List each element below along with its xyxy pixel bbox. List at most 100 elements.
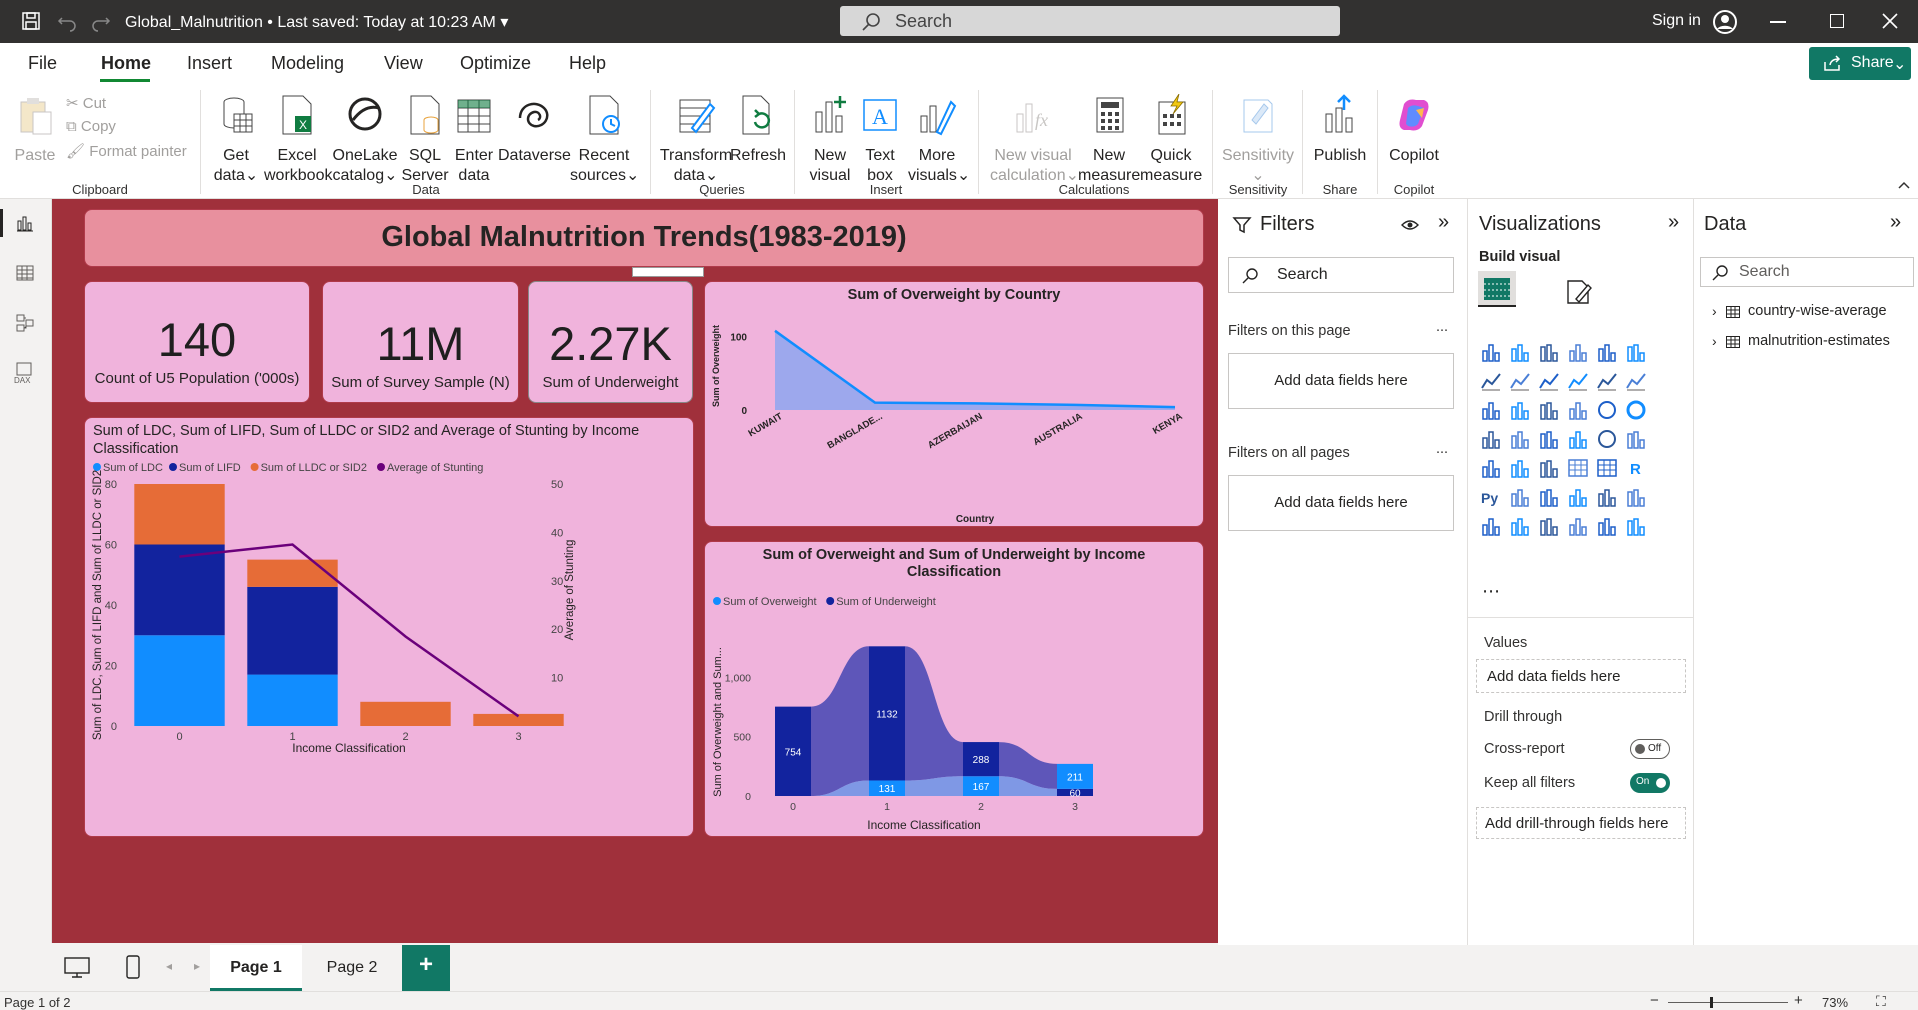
viz-line-clustered-icon[interactable] (1625, 370, 1647, 392)
add-page-button[interactable]: + (402, 945, 450, 991)
viz-card-new-icon[interactable] (1509, 515, 1531, 537)
menu-home[interactable]: Home (101, 53, 151, 74)
refresh-button[interactable]: Refresh (730, 94, 786, 166)
fit-to-page-icon[interactable]: ⛶ (1876, 993, 1886, 1010)
zoom-out-button[interactable]: − (1650, 992, 1659, 1009)
viz-clustered-bar-icon[interactable] (1538, 341, 1560, 363)
filters-page-dropzone[interactable]: Add data fields here (1228, 353, 1454, 409)
viz-100-area-icon[interactable] (1567, 370, 1589, 392)
copy-button[interactable]: ⧉ Copy (66, 118, 116, 135)
close-icon[interactable] (1882, 13, 1898, 29)
cut-button[interactable]: ✂ Cut (66, 94, 106, 112)
viz-pie-icon[interactable] (1596, 399, 1618, 421)
scroll-right-icon[interactable]: ▸ (194, 959, 200, 973)
menu-view[interactable]: View (384, 53, 423, 74)
kpi-card-survey-sample[interactable]: 11M Sum of Survey Sample (N) (322, 281, 519, 403)
document-title[interactable]: Global_Malnutrition • Last saved: Today … (125, 12, 508, 32)
scroll-left-icon[interactable]: ◂ (166, 959, 172, 973)
viz-gauge-icon[interactable] (1596, 428, 1618, 450)
maximize-button[interactable] (1830, 14, 1844, 28)
copilot-button[interactable]: Copilot (1384, 94, 1444, 166)
viz-stacked-bar-icon[interactable] (1480, 341, 1502, 363)
viz-power-automate-icon[interactable] (1625, 515, 1647, 537)
cross-report-toggle[interactable]: Off (1630, 739, 1670, 759)
menu-file[interactable]: File (28, 53, 57, 74)
more-visuals-ellipsis[interactable]: ⋯ (1482, 581, 1500, 602)
table-item-country-wise-average[interactable]: › country-wise-average (1712, 303, 1912, 323)
viz-key-influencers-icon[interactable] (1509, 486, 1531, 508)
viz-python-icon[interactable]: Py (1480, 486, 1502, 508)
chevron-right-icon[interactable]: › (1712, 303, 1717, 319)
desktop-layout-icon[interactable] (64, 957, 90, 979)
table-view-icon[interactable] (15, 263, 35, 283)
viz-funnel-icon[interactable] (1538, 399, 1560, 421)
collapse-visualizations-icon[interactable]: » (1668, 211, 1679, 234)
collapse-filters-icon[interactable]: » (1438, 211, 1449, 234)
viz-matrix-icon[interactable] (1596, 457, 1618, 479)
zoom-slider[interactable] (1668, 1002, 1788, 1003)
sql-server-button[interactable]: SQL Server (400, 94, 450, 186)
viz-100-column-icon[interactable] (1625, 341, 1647, 363)
chevron-right-icon[interactable]: › (1712, 333, 1717, 349)
viz-r-visual-icon[interactable]: R (1625, 457, 1647, 479)
publish-button[interactable]: Publish (1310, 94, 1370, 166)
onelake-catalog-button[interactable]: OneLake catalog⌄ (332, 94, 398, 186)
format-visual-icon[interactable] (1564, 277, 1594, 307)
tab-page-1[interactable]: Page 1 (210, 945, 302, 991)
viz-table-icon[interactable] (1567, 457, 1589, 479)
viz-azure-map-icon[interactable] (1567, 428, 1589, 450)
menu-modeling[interactable]: Modeling (271, 53, 344, 74)
tab-page-2[interactable]: Page 2 (306, 945, 398, 991)
new-visual-calculation-button[interactable]: fx New visual calculation⌄ (990, 94, 1079, 186)
paste-button[interactable]: Paste (12, 94, 58, 166)
viz-ribbon-icon[interactable] (1480, 399, 1502, 421)
menu-help[interactable]: Help (569, 53, 606, 74)
transform-data-button[interactable]: Transform data⌄ (656, 94, 736, 186)
viz-line-column-icon[interactable] (1596, 370, 1618, 392)
viz-decomposition-tree-icon[interactable] (1538, 486, 1560, 508)
viz-slicer-new-icon[interactable] (1538, 515, 1560, 537)
values-dropzone[interactable]: Add data fields here (1476, 659, 1686, 693)
dax-query-view-icon[interactable]: DAX (12, 361, 38, 385)
new-visual-button[interactable]: New visual (802, 94, 858, 186)
report-title-card[interactable]: Global Malnutrition Trends(1983-2019) (84, 209, 1204, 267)
data-search-input[interactable]: Search (1700, 257, 1914, 287)
viz-multi-row-card-icon[interactable] (1480, 457, 1502, 479)
format-painter-button[interactable]: 🖌 Format painter (66, 142, 187, 160)
sign-in-link[interactable]: Sign in (1652, 12, 1701, 30)
viz-donut-icon[interactable] (1625, 399, 1647, 421)
account-icon[interactable] (1712, 9, 1738, 35)
viz-stacked-area-icon[interactable] (1538, 370, 1560, 392)
combo-chart-visual[interactable]: Sum of LDC, Sum of LIFD, Sum of LLDC or … (84, 417, 694, 837)
table-item-malnutrition-estimates[interactable]: › malnutrition-estimates (1712, 333, 1912, 353)
collapse-data-icon[interactable]: » (1890, 211, 1901, 234)
more-options-icon[interactable]: ... (1436, 441, 1448, 457)
viz-scatter-icon[interactable] (1567, 399, 1589, 421)
share-button[interactable]: Share ⌄ (1809, 47, 1911, 80)
viz-filled-map-icon[interactable] (1538, 428, 1560, 450)
viz-card-icon[interactable] (1625, 428, 1647, 450)
viz-clustered-column-icon[interactable] (1567, 341, 1589, 363)
viz-narrative-icon[interactable] (1596, 486, 1618, 508)
redo-icon[interactable] (90, 10, 112, 32)
excel-workbook-button[interactable]: X Excel workbook (264, 94, 332, 186)
report-view-icon[interactable] (15, 213, 35, 233)
model-view-icon[interactable] (15, 313, 35, 333)
collapse-ribbon-icon[interactable] (1898, 180, 1910, 190)
new-measure-button[interactable]: New measure (1078, 94, 1140, 186)
undo-icon[interactable] (56, 10, 78, 32)
dataverse-button[interactable]: Dataverse (498, 94, 571, 166)
zoom-in-button[interactable]: + (1794, 992, 1803, 1009)
viz-line-icon[interactable] (1480, 370, 1502, 392)
mobile-layout-icon[interactable] (126, 955, 140, 979)
get-data-button[interactable]: Get data⌄ (208, 94, 264, 186)
viz-kpi-icon[interactable] (1509, 457, 1531, 479)
viz-area-icon[interactable] (1509, 370, 1531, 392)
save-icon[interactable] (20, 10, 42, 32)
viz-trophy-icon[interactable] (1625, 486, 1647, 508)
viz-waterfall-icon[interactable] (1509, 399, 1531, 421)
kpi-card-u5-population[interactable]: 140 Count of U5 Population ('000s) (84, 281, 310, 403)
filters-all-dropzone[interactable]: Add data fields here (1228, 475, 1454, 531)
viz-power-apps-icon[interactable] (1596, 515, 1618, 537)
filters-search-input[interactable]: Search (1228, 257, 1454, 293)
